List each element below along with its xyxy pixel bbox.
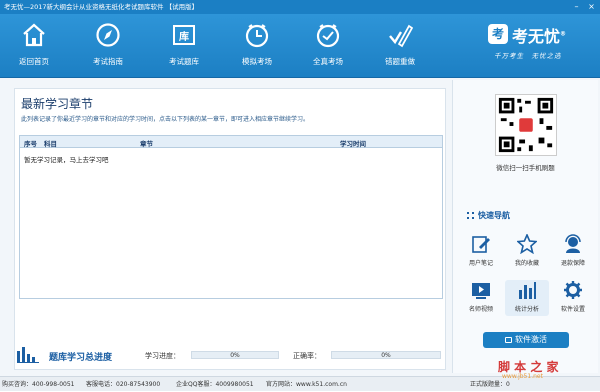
- home-icon: [23, 23, 45, 47]
- toolbar-library-button[interactable]: 库 考试题库: [152, 14, 216, 78]
- logo-mark: 考: [488, 24, 508, 44]
- status-website-link[interactable]: 官方网站：www.k51.com.cn: [266, 377, 347, 392]
- close-button[interactable]: ×: [587, 2, 596, 11]
- progress-banner: 题库学习总进度: [17, 343, 125, 365]
- service-icon: [565, 234, 581, 253]
- bar-chart-icon: [519, 282, 536, 299]
- logo-slogan: 千万考生 无忧之选: [494, 52, 562, 60]
- toolbar-real-exam-label: 全真考场: [313, 57, 343, 66]
- col-subject: 科目: [44, 140, 57, 148]
- toolbar-library-label: 考试题库: [169, 57, 199, 66]
- lock-icon: [505, 336, 512, 343]
- bar-chart-icon: [17, 347, 39, 363]
- col-study-time: 学习时间: [340, 140, 366, 148]
- quick-nav-heading: 快速导航: [467, 210, 510, 221]
- qr-code: [495, 94, 557, 156]
- watermark-url: www.jb51.net: [502, 373, 543, 380]
- video-icon: [472, 283, 490, 299]
- quick-refund-label: 退款保障: [560, 260, 585, 267]
- toolbar-mock-exam-label: 模拟考场: [242, 57, 272, 66]
- quick-refund-button[interactable]: 退款保障: [551, 234, 595, 270]
- panel-description: 此列表记录了你最近学习的章节和对应的学习时间，点击以下列表的某一章节，即可进入相…: [21, 116, 310, 123]
- table-header: 序号 科目 章节 学习时间: [20, 136, 442, 148]
- toolbar-guide-button[interactable]: 考试指南: [76, 14, 140, 78]
- page-title: 最新学习章节: [21, 97, 94, 111]
- recent-chapters-table: 序号 科目 章节 学习时间 暂无学习记录，马上去学习吧: [19, 135, 443, 299]
- quick-favorites-label: 我的收藏: [514, 260, 539, 267]
- window-title: 考无忧—2017新大纲会计从业资格无纸化考试题库软件 【试用版】: [4, 3, 199, 11]
- quick-favorites-button[interactable]: 我的收藏: [505, 234, 549, 270]
- accuracy-label: 正确率：: [293, 352, 321, 360]
- quick-notes-button[interactable]: 用户笔记: [459, 234, 503, 270]
- activate-software-button[interactable]: 软件激活: [483, 332, 569, 348]
- title-bar: 考无忧—2017新大纲会计从业资格无纸化考试题库软件 【试用版】 – ×: [0, 0, 600, 14]
- study-progress-label: 学习进度：: [145, 352, 180, 360]
- main-toolbar: 返回首页 考试指南 库 考试题库 模拟考场 全真考场 错题重做 考 考无忧® 千…: [0, 14, 600, 78]
- note-edit-icon: [472, 236, 490, 253]
- brand-logo: 考 考无忧® 千万考生 无忧之选: [480, 20, 596, 74]
- quick-settings-label: 软件设置: [560, 306, 585, 313]
- toolbar-mock-exam-button[interactable]: 模拟考场: [225, 14, 289, 78]
- status-purchase: 购买咨询：400-998-0051: [2, 381, 75, 388]
- right-sidebar: 微信扫一扫手机刷题 快速导航 用户笔记 我的收藏 退款保障 名师视频 统计分析 …: [452, 80, 598, 373]
- col-chapter: 章节: [140, 140, 153, 148]
- qr-caption: 微信扫一扫手机刷题: [496, 164, 555, 172]
- overall-progress: 题库学习总进度 学习进度： 0% 正确率： 0%: [15, 339, 447, 369]
- pencil-check-icon: [389, 24, 413, 48]
- status-service: 客服电话：020-87543900: [86, 381, 161, 388]
- quick-notes-label: 用户笔记: [468, 260, 493, 267]
- toolbar-home-button[interactable]: 返回首页: [2, 14, 66, 78]
- minimize-button[interactable]: –: [572, 2, 581, 11]
- clock-icon: [245, 24, 269, 48]
- quick-stats-button[interactable]: 统计分析: [505, 280, 549, 316]
- toolbar-redo-errors-label: 错题重做: [385, 57, 415, 66]
- app-window: 考无忧—2017新大纲会计从业资格无纸化考试题库软件 【试用版】 – × 返回首…: [0, 0, 600, 391]
- toolbar-redo-errors-button[interactable]: 错题重做: [368, 14, 432, 78]
- compass-icon: [96, 23, 120, 47]
- recent-chapters-panel: 最新学习章节 此列表记录了你最近学习的章节和对应的学习时间，点击以下列表的某一章…: [14, 88, 446, 370]
- progress-banner-label: 题库学习总进度: [49, 353, 113, 363]
- grid-icon: [467, 212, 474, 219]
- quick-videos-label: 名师视频: [468, 306, 493, 313]
- quick-videos-button[interactable]: 名师视频: [459, 280, 503, 316]
- empty-record-link[interactable]: 暂无学习记录，马上去学习吧: [24, 154, 109, 164]
- toolbar-real-exam-button[interactable]: 全真考场: [296, 14, 360, 78]
- quick-stats-label: 统计分析: [514, 306, 539, 313]
- study-progress-bar: 0%: [191, 351, 279, 359]
- accuracy-bar: 0%: [331, 351, 441, 359]
- logo-name: 考无忧®: [512, 27, 567, 46]
- window-controls: – ×: [572, 2, 596, 11]
- library-glyph: 库: [179, 32, 189, 43]
- quick-settings-button[interactable]: 软件设置: [551, 280, 595, 316]
- status-qq: 企业QQ客服：4009980051: [176, 381, 254, 388]
- gear-icon: [564, 281, 582, 299]
- toolbar-home-label: 返回首页: [19, 57, 49, 66]
- clock-icon: [316, 24, 340, 48]
- star-icon: [517, 234, 537, 254]
- toolbar-guide-label: 考试指南: [93, 57, 123, 66]
- col-index: 序号: [24, 140, 37, 148]
